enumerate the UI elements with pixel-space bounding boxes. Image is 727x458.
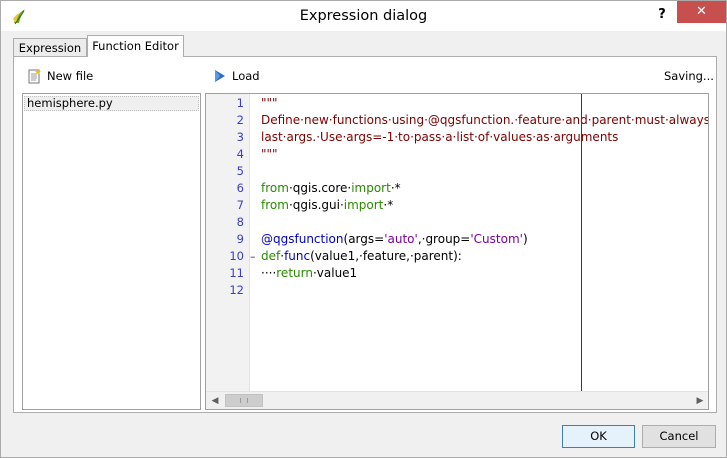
code-token: 'auto': [384, 232, 418, 246]
load-button[interactable]: Load: [212, 67, 260, 85]
fold-margin[interactable]: [250, 94, 258, 391]
code-token: 'Custom': [470, 232, 523, 246]
tab-expression[interactable]: Expression: [13, 38, 87, 57]
code-line[interactable]: """: [261, 95, 708, 112]
new-file-label: New file: [47, 69, 94, 83]
code-line[interactable]: last·args.·Use·args=-1·to·pass·a·list·of…: [261, 129, 708, 146]
scroll-left-icon[interactable]: ◀: [209, 395, 221, 407]
code-token: (value1,·feature,·parent):: [310, 249, 462, 263]
function-editor-panel: New file Load Saving... hemisphere.py 12…: [13, 56, 717, 413]
code-token: """: [261, 96, 278, 110]
code-line[interactable]: ····return·value1: [261, 265, 708, 282]
code-token: ): [522, 232, 528, 246]
code-token: Define·new·functions·using·@qgsfunction.…: [261, 113, 709, 127]
grip-icon: [240, 398, 248, 403]
scrollbar-thumb[interactable]: [225, 394, 263, 407]
line-number: 12: [229, 283, 244, 297]
code-token: ·*: [390, 181, 401, 195]
code-token: """: [261, 147, 278, 161]
list-item[interactable]: hemisphere.py: [24, 96, 199, 111]
line-number: 1: [236, 96, 244, 110]
fold-collapse-icon[interactable]: –: [250, 248, 259, 265]
window-title: Expression dialog: [299, 8, 428, 24]
load-label: Load: [232, 69, 260, 83]
expression-dialog-window: Expression dialog ? ✕ Expression Functio…: [0, 0, 727, 458]
save-status: Saving...: [664, 69, 714, 83]
code-token: ·value1: [312, 266, 358, 280]
help-button[interactable]: ?: [649, 4, 675, 26]
code-line[interactable]: from·qgis.core·import·*: [261, 180, 708, 197]
code-token: def: [261, 249, 281, 263]
code-token: ·*: [383, 198, 394, 212]
line-number: 3: [236, 130, 244, 144]
edge-marker-line: [581, 94, 582, 391]
line-number: 9: [236, 232, 244, 246]
line-number: 6: [236, 181, 244, 195]
ok-button[interactable]: OK: [562, 425, 635, 448]
code-line[interactable]: from·qgis.gui·import·*: [261, 197, 708, 214]
new-file-icon: [28, 69, 41, 84]
code-token: ·qgis.core·: [288, 181, 352, 195]
line-number: 10: [229, 249, 244, 263]
new-file-button[interactable]: New file: [27, 67, 93, 85]
code-editor[interactable]: 1 2 3 4 5 6 7 8 9 10 11 12 """ Define·new·functions·…: [205, 93, 709, 410]
code-line[interactable]: """: [261, 146, 708, 163]
horizontal-scrollbar[interactable]: ◀ ▶: [206, 391, 708, 409]
scroll-right-icon[interactable]: ▶: [694, 395, 706, 407]
line-number: 2: [236, 113, 244, 127]
code-token: from: [261, 181, 289, 195]
code-token: ····: [261, 266, 277, 280]
file-list[interactable]: hemisphere.py: [22, 93, 201, 410]
code-token: (args=: [343, 232, 385, 246]
code-token: ,·group=: [417, 232, 471, 246]
code-token: return: [276, 266, 313, 280]
code-token: import: [351, 181, 391, 195]
title-bar: Expression dialog ? ✕: [1, 1, 726, 31]
tab-function-editor[interactable]: Function Editor: [87, 35, 184, 57]
code-line[interactable]: @qgsfunction(args='auto',·group='Custom'…: [261, 231, 708, 248]
code-token: func: [284, 249, 311, 263]
code-token: import: [343, 198, 384, 212]
line-number: 5: [236, 164, 244, 178]
line-number: 4: [236, 147, 244, 161]
line-number: 11: [229, 266, 244, 280]
code-token: from: [261, 198, 289, 212]
cancel-button[interactable]: Cancel: [642, 425, 716, 448]
code-token: last·args.·Use·args=-1·to·pass·a·list·of…: [261, 130, 619, 144]
code-line[interactable]: Define·new·functions·using·@qgsfunction.…: [261, 112, 709, 129]
line-number-gutter: 1 2 3 4 5 6 7 8 9 10 11 12: [206, 94, 250, 391]
code-token: @qgsfunction: [261, 232, 344, 246]
code-line[interactable]: def·func(value1,·feature,·parent):: [261, 248, 708, 265]
line-number: 8: [236, 215, 244, 229]
close-button[interactable]: ✕: [677, 1, 726, 23]
code-token: ·qgis.gui·: [288, 198, 344, 212]
line-number: 7: [236, 198, 244, 212]
load-icon: [215, 70, 225, 82]
